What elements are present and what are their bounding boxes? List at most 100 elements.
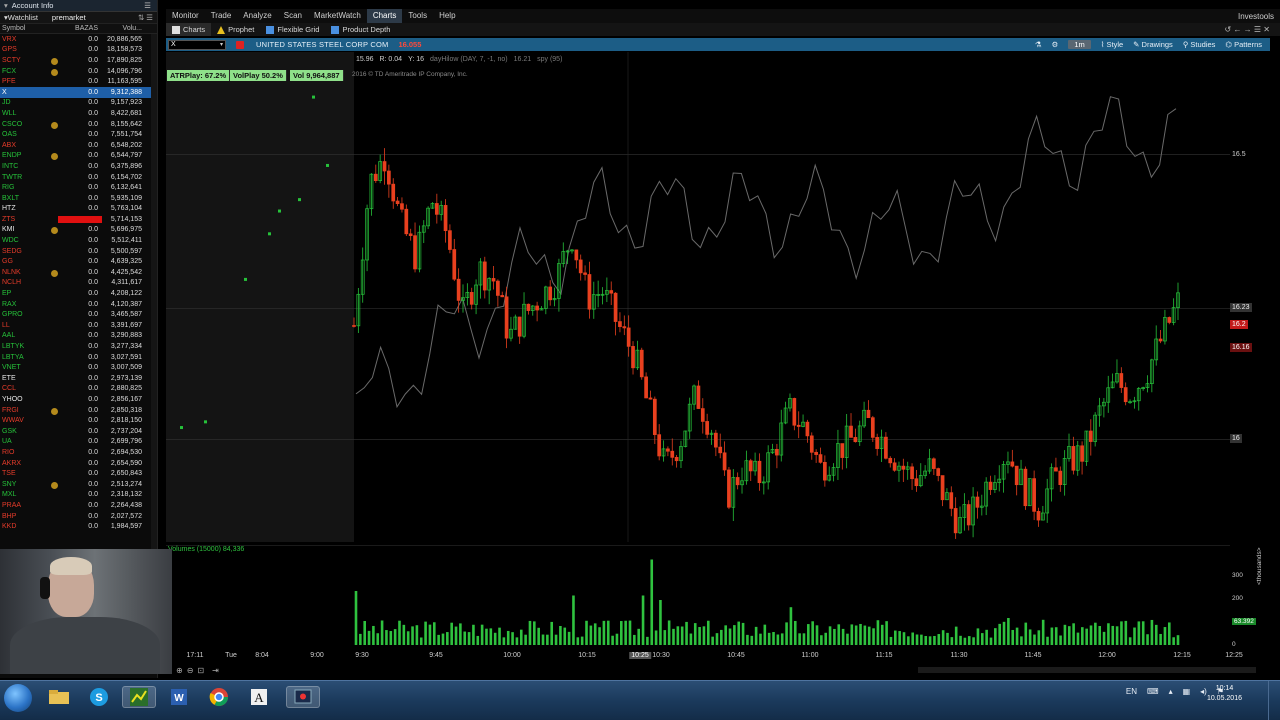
watchlist-row[interactable]: TWTR 0.0 6,154,702: [0, 172, 157, 183]
clock[interactable]: 10:14 10.05.2016: [1207, 684, 1242, 704]
watchlist-row[interactable]: BXLT 0.0 5,935,109: [0, 193, 157, 204]
chevron-down-icon[interactable]: ▾: [4, 1, 8, 10]
column-header-symbol[interactable]: Symbol: [0, 25, 58, 32]
watchlist-row[interactable]: SEDG 0.0 5,500,597: [0, 246, 157, 257]
style-button[interactable]: ⌇ Style: [1101, 40, 1123, 49]
watchlist-row[interactable]: PRAA 0.0 2,264,438: [0, 500, 157, 511]
tab-flexible-grid[interactable]: Flexible Grid: [260, 23, 325, 36]
watchlist-row[interactable]: WDC 0.0 5,512,411: [0, 235, 157, 246]
volume-chart[interactable]: [166, 545, 1230, 650]
watchlist-row[interactable]: ETE 0.0 2,973,139: [0, 373, 157, 384]
menu-item-monitor[interactable]: Monitor: [166, 9, 205, 23]
watchlist-row[interactable]: GPS 0.0 18,158,573: [0, 45, 157, 56]
watchlist-row[interactable]: UA 0.0 2,699,796: [0, 437, 157, 448]
watchlist-select[interactable]: premarket: [52, 13, 86, 22]
watchlist-row[interactable]: GG 0.0 4,639,325: [0, 256, 157, 267]
watchlist-row[interactable]: CSCO 0.0 8,155,642: [0, 119, 157, 130]
watchlist-row[interactable]: NLNK 0.0 4,425,542: [0, 267, 157, 278]
watchlist-row[interactable]: CCL 0.0 2,880,825: [0, 384, 157, 395]
column-header-change[interactable]: BAZAS: [58, 25, 102, 32]
menu-item-trade[interactable]: Trade: [205, 9, 238, 23]
watchlist-row[interactable]: NCLH 0.0 4,311,617: [0, 278, 157, 289]
price-axis[interactable]: 16.5 16.23 16.2 16.16 16: [1230, 52, 1260, 542]
watchlist-row[interactable]: JD 0.0 9,157,923: [0, 98, 157, 109]
volume-icon[interactable]: ◂): [1200, 687, 1207, 696]
drag-icon[interactable]: ⇥: [212, 666, 219, 675]
tray-arrow-icon[interactable]: ▴: [1169, 687, 1173, 696]
account-info-header[interactable]: ▾ Account Info ☰: [0, 0, 157, 12]
network-icon[interactable]: ▦: [1183, 687, 1191, 696]
thinkorswim-icon[interactable]: [122, 686, 156, 708]
studies-button[interactable]: ⚲ Studies: [1183, 40, 1216, 49]
watchlist-row[interactable]: GSK 0.0 2,737,204: [0, 426, 157, 437]
watchlist-row[interactable]: VNET 0.0 3,007,509: [0, 362, 157, 373]
price-chart[interactable]: [166, 52, 1230, 542]
chart-scrollbar[interactable]: [918, 667, 1256, 673]
watchlist-row[interactable]: KKD 0.0 1,984,597: [0, 521, 157, 532]
watchlist-row[interactable]: OAS 0.0 7,551,754: [0, 129, 157, 140]
tab-prophet[interactable]: Prophet: [211, 23, 260, 36]
watchlist-row[interactable]: HTZ 0.0 5,763,104: [0, 204, 157, 215]
watchlist-row[interactable]: WLL 0.0 8,422,681: [0, 108, 157, 119]
watchlist-row[interactable]: LBTYK 0.0 3,277,334: [0, 341, 157, 352]
tab-product-depth[interactable]: Product Depth: [325, 23, 396, 36]
brand-label[interactable]: Investools: [1238, 12, 1274, 21]
watchlist-row[interactable]: ENDP 0.0 6,544,797: [0, 151, 157, 162]
zoom-out-icon[interactable]: ⊖: [187, 666, 194, 675]
watchlist-row[interactable]: YHOO 0.0 2,856,167: [0, 394, 157, 405]
watchlist-row[interactable]: ZTS 0.0 5,714,153: [0, 214, 157, 225]
watchlist-row[interactable]: BHP 0.0 2,027,572: [0, 511, 157, 522]
skype-icon[interactable]: S: [82, 686, 116, 708]
watchlist-row[interactable]: X 0.0 9,312,388: [0, 86, 157, 98]
show-desktop-button[interactable]: [1268, 681, 1280, 720]
chrome-icon[interactable]: [202, 686, 236, 708]
tab-toolbar-icons[interactable]: ↺ ← → ☰ ✕: [1225, 25, 1270, 34]
recorder-icon[interactable]: [286, 686, 320, 708]
watchlist-row[interactable]: SCTY 0.0 17,890,825: [0, 55, 157, 66]
watchlist-row[interactable]: RIO 0.0 2,694,530: [0, 447, 157, 458]
watchlist-row[interactable]: GPRO 0.0 3,465,587: [0, 309, 157, 320]
watchlist-icons[interactable]: ⇅ ☰: [138, 13, 153, 22]
watchlist-row[interactable]: FRGI 0.0 2,850,318: [0, 405, 157, 416]
timeframe-button[interactable]: 1m: [1068, 40, 1091, 49]
flask-icon[interactable]: ⚗: [1035, 40, 1042, 49]
watchlist-row[interactable]: LL 0.0 3,391,697: [0, 320, 157, 331]
watchlist-row[interactable]: ABX 0.0 6,548,202: [0, 140, 157, 151]
keyboard-icon[interactable]: ⌨: [1147, 687, 1159, 696]
font-app-icon[interactable]: A: [242, 686, 276, 708]
menu-item-scan[interactable]: Scan: [278, 9, 308, 23]
watchlist-row[interactable]: RIG 0.0 6,132,641: [0, 182, 157, 193]
watchlist-row[interactable]: WWAV 0.0 2,818,150: [0, 415, 157, 426]
menu-item-help[interactable]: Help: [433, 9, 461, 23]
watchlist-row[interactable]: VRX 0.0 20,886,565: [0, 34, 157, 45]
start-button[interactable]: [4, 684, 32, 712]
chevron-down-icon[interactable]: ▾: [220, 41, 223, 49]
zoom-in-icon[interactable]: ⊕: [176, 666, 183, 675]
watchlist-row[interactable]: TSE 0.0 2,650,843: [0, 468, 157, 479]
menu-item-charts[interactable]: Charts: [366, 9, 403, 23]
watchlist-row[interactable]: PFE 0.0 11,163,595: [0, 76, 157, 87]
drawings-button[interactable]: ✎ Drawings: [1133, 40, 1173, 49]
watchlist-row[interactable]: EP 0.0 4,208,122: [0, 288, 157, 299]
alert-icon[interactable]: [236, 40, 244, 49]
watchlist-row[interactable]: MXL 0.0 2,318,132: [0, 490, 157, 501]
explorer-icon[interactable]: [42, 686, 76, 708]
zoom-reset-icon[interactable]: ⊡: [197, 666, 204, 675]
watchlist-scrollbar[interactable]: [151, 34, 157, 549]
watchlist-row[interactable]: AKRX 0.0 2,654,590: [0, 458, 157, 469]
tab-charts[interactable]: Charts: [166, 23, 212, 36]
watchlist-row[interactable]: INTC 0.0 6,375,896: [0, 161, 157, 172]
watchlist-row[interactable]: KMI 0.0 5,696,975: [0, 225, 157, 236]
menu-icon[interactable]: ☰: [144, 1, 151, 10]
word-icon[interactable]: W: [162, 686, 196, 708]
menu-item-analyze[interactable]: Analyze: [237, 9, 277, 23]
watchlist-row[interactable]: AAL 0.0 3,290,883: [0, 331, 157, 342]
watchlist-row[interactable]: LBTYA 0.0 3,027,591: [0, 352, 157, 363]
menu-item-marketwatch[interactable]: MarketWatch: [308, 9, 367, 23]
time-axis[interactable]: 17:11 Tue 8:04 9:00 9:30 9:45 10:00 10:15 10:25 1…: [166, 650, 1246, 662]
symbol-input[interactable]: X ▾: [168, 39, 226, 50]
watchlist-row[interactable]: SNY 0.0 2,513,274: [0, 479, 157, 490]
watchlist-row[interactable]: FCX 0.0 14,096,796: [0, 66, 157, 77]
patterns-button[interactable]: ⌬ Patterns: [1225, 40, 1262, 49]
watchlist-row[interactable]: RAX 0.0 4,120,387: [0, 299, 157, 310]
